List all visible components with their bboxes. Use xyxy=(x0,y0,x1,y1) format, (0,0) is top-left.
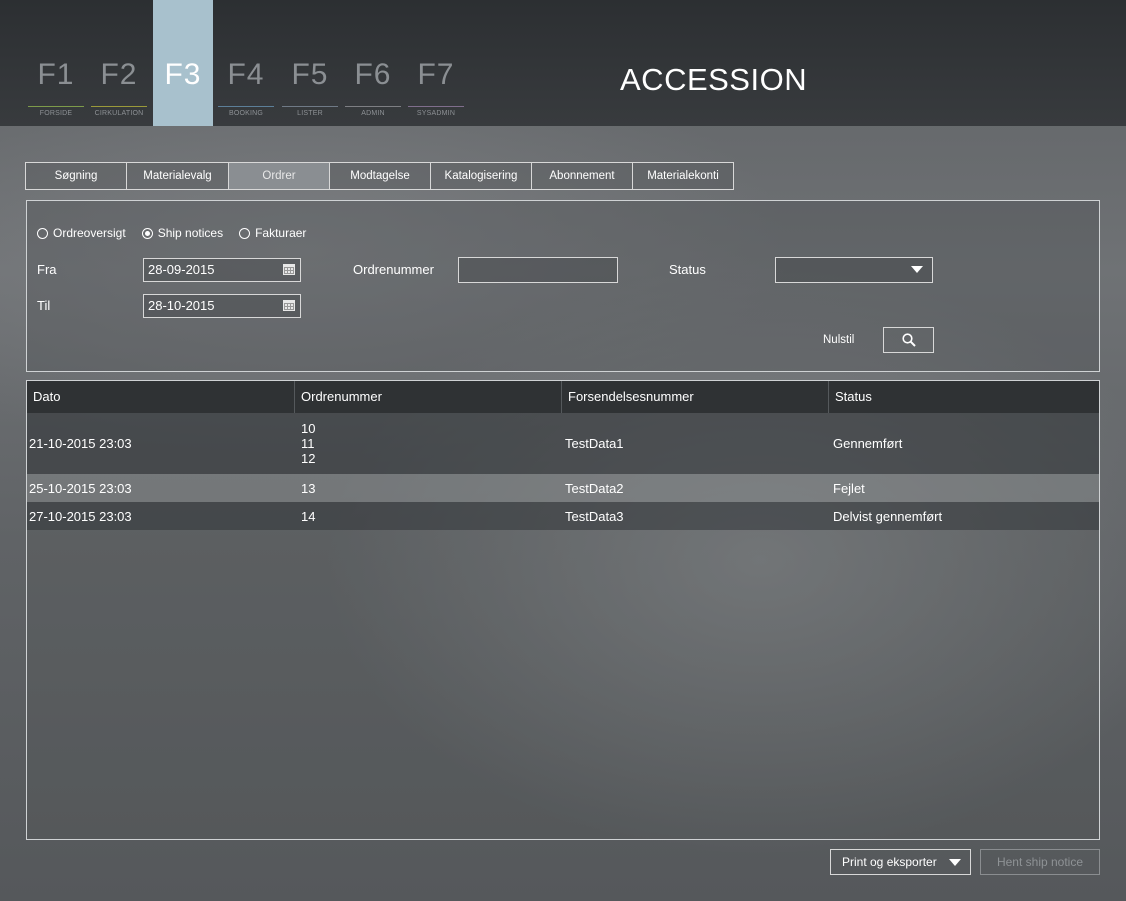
order-number: 12 xyxy=(301,451,316,466)
cell-ordrenummer: 10 11 12 xyxy=(295,413,562,474)
cell-forsendelsesnummer: TestData3 xyxy=(565,508,624,524)
til-date-value: 28-10-2015 xyxy=(148,298,215,313)
fkey-label: ADMIN xyxy=(361,110,385,117)
module-tabs: Søgning Materialevalg Ordrer Modtagelse … xyxy=(25,162,734,190)
radio-label: Ordreoversigt xyxy=(53,226,126,240)
fkey-f3[interactable]: F3 xyxy=(153,0,213,126)
cell-status: Delvist gennemført xyxy=(833,508,943,524)
cell-forsendelsesnummer: TestData1 xyxy=(565,436,624,451)
print-export-button[interactable]: Print og eksporter xyxy=(830,849,971,875)
chevron-down-icon xyxy=(911,266,923,273)
column-header-ordrenummer[interactable]: Ordrenummer xyxy=(295,381,562,413)
search-button[interactable] xyxy=(883,327,934,353)
fkey-label: LISTER xyxy=(297,110,323,117)
cell-status: Gennemført xyxy=(833,436,903,451)
ordrenummer-label: Ordrenummer xyxy=(353,262,434,277)
fkey-f2[interactable]: F2 CIRKULATION xyxy=(89,0,149,126)
fkey-number: F5 xyxy=(291,58,329,91)
fkey-label: FORSIDE xyxy=(39,110,73,117)
fkey-number: F2 xyxy=(100,58,138,91)
fkey-label: CIRKULATION xyxy=(94,110,144,117)
table-row[interactable]: 25-10-2015 23:03 13 TestData2 Fejlet xyxy=(27,474,1099,502)
fra-label: Fra xyxy=(37,262,57,277)
fkey-label: BOOKING xyxy=(228,110,264,117)
tab-sogning[interactable]: Søgning xyxy=(25,162,127,190)
chevron-down-icon xyxy=(949,859,961,866)
search-icon xyxy=(901,333,916,347)
cell-status: Fejlet xyxy=(833,480,865,496)
fkey-label: SYSADMIN xyxy=(416,110,456,117)
order-number: 11 xyxy=(301,436,315,451)
fkey-number: F3 xyxy=(164,58,202,91)
fkey-f5[interactable]: F5 LISTER xyxy=(280,0,340,126)
cell-dato: 21-10-2015 23:03 xyxy=(29,436,132,451)
fkey-underline xyxy=(408,106,464,107)
tab-modtagelse[interactable]: Modtagelse xyxy=(329,162,431,190)
fkey-number: F6 xyxy=(354,58,392,91)
fkey-number: F1 xyxy=(37,58,75,91)
cell-dato: 25-10-2015 23:03 xyxy=(29,480,132,496)
fkey-underline xyxy=(91,106,147,107)
cell-ordrenummer: 13 xyxy=(301,480,316,496)
fkey-underline xyxy=(218,106,274,107)
ordrenummer-input[interactable] xyxy=(458,257,618,283)
fkey-f7[interactable]: F7 SYSADMIN xyxy=(406,0,466,126)
column-header-forsendelsesnummer[interactable]: Forsendelsesnummer xyxy=(562,381,829,413)
tab-ordrer[interactable]: Ordrer xyxy=(228,162,330,190)
fkey-number: F4 xyxy=(227,58,265,91)
calendar-icon[interactable] xyxy=(283,264,295,275)
radio-fakturaer[interactable]: Fakturaer xyxy=(239,226,306,240)
calendar-icon[interactable] xyxy=(283,300,295,311)
fetch-ship-notice-button[interactable]: Hent ship notice xyxy=(980,849,1100,875)
cell-forsendelsesnummer: TestData2 xyxy=(565,480,624,496)
til-date-field[interactable]: 28-10-2015 xyxy=(143,294,301,318)
fra-date-value: 28-09-2015 xyxy=(148,262,215,277)
view-type-radio-group: Ordreoversigt Ship notices Fakturaer xyxy=(37,226,322,240)
tab-materialekonti[interactable]: Materialekonti xyxy=(632,162,734,190)
radio-circle-icon xyxy=(37,227,48,239)
cell-ordrenummer: 14 xyxy=(301,508,316,524)
fkey-underline xyxy=(28,106,84,107)
nulstil-button[interactable]: Nulstil xyxy=(823,334,854,346)
results-table: Dato Ordrenummer Forsendelsesnummer Stat… xyxy=(26,380,1100,840)
tab-katalogisering[interactable]: Katalogisering xyxy=(430,162,532,190)
app-title: ACCESSION xyxy=(620,62,808,97)
radio-ordreoversigt[interactable]: Ordreoversigt xyxy=(37,226,126,240)
tab-materialevalg[interactable]: Materialevalg xyxy=(126,162,229,190)
fkey-number: F7 xyxy=(417,58,455,91)
fkey-underline xyxy=(282,106,338,107)
table-row[interactable]: 21-10-2015 23:03 10 11 12 TestData1 Genn… xyxy=(27,413,1099,474)
radio-label: Fakturaer xyxy=(255,226,307,240)
radio-label: Ship notices xyxy=(157,226,224,240)
fkey-f1[interactable]: F1 FORSIDE xyxy=(26,0,86,126)
fra-date-field[interactable]: 28-09-2015 xyxy=(143,258,301,282)
top-navigation-bar: F1 FORSIDE F2 CIRKULATION F3 F4 BOOKING … xyxy=(0,0,1126,126)
fkey-underline xyxy=(345,106,401,107)
til-label: Til xyxy=(37,298,51,313)
status-select[interactable] xyxy=(775,257,933,283)
table-header: Dato Ordrenummer Forsendelsesnummer Stat… xyxy=(27,381,1099,413)
column-header-status[interactable]: Status xyxy=(829,381,1099,413)
radio-circle-icon xyxy=(239,227,251,239)
radio-ship-notices[interactable]: Ship notices xyxy=(141,226,224,240)
order-number: 10 xyxy=(301,421,316,436)
print-export-label: Print og eksporter xyxy=(842,855,937,869)
cell-dato: 27-10-2015 23:03 xyxy=(29,508,132,524)
status-label: Status xyxy=(669,262,706,277)
table-row[interactable]: 27-10-2015 23:03 14 TestData3 Delvist ge… xyxy=(27,502,1099,530)
radio-checked-icon xyxy=(141,227,153,239)
tab-abonnement[interactable]: Abonnement xyxy=(531,162,633,190)
fkey-f4[interactable]: F4 BOOKING xyxy=(216,0,276,126)
column-header-dato[interactable]: Dato xyxy=(27,381,295,413)
filter-panel: Ordreoversigt Ship notices Fakturaer Fra… xyxy=(26,200,1100,372)
fkey-f6[interactable]: F6 ADMIN xyxy=(343,0,403,126)
